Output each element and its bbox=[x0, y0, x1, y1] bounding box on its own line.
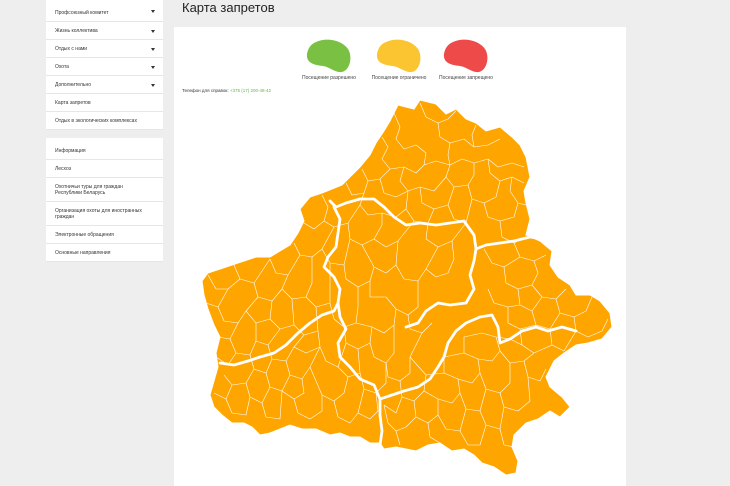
legend-item-restricted: Посещение ограничено bbox=[364, 37, 434, 81]
sidebar: Профсоюзный комитет Жизнь коллектива Отд… bbox=[46, 0, 163, 262]
sidebar-item-label: Основные направления bbox=[55, 250, 111, 256]
sidebar-item-trade-union[interactable]: Профсоюзный комитет bbox=[46, 0, 163, 22]
contact-phone: Телефон для справок: +375 (17) 200-48-42 bbox=[182, 88, 271, 93]
sidebar-item-label: Охотничьи туры для граждан Республики Бе… bbox=[55, 184, 123, 196]
sidebar-item-hunting-foreigners[interactable]: Организация охоты для иностранных гражда… bbox=[46, 202, 163, 226]
phone-number-link[interactable]: +375 (17) 200-48-42 bbox=[230, 88, 271, 93]
sidebar-item-label: Профсоюзный комитет bbox=[55, 10, 109, 16]
sidebar-item-additional[interactable]: Дополнительно bbox=[46, 76, 163, 94]
sidebar-item-label: Отдых в экологических комплексах bbox=[55, 118, 137, 124]
sidebar-item-team-life[interactable]: Жизнь коллектива bbox=[46, 22, 163, 40]
legend-label: Посещение запрещено bbox=[439, 75, 493, 81]
sidebar-item-label: Охота bbox=[55, 64, 69, 70]
contact-label: Телефон для справок: bbox=[182, 88, 229, 93]
blob-red-icon bbox=[443, 39, 488, 73]
sidebar-item-eco-complexes[interactable]: Отдых в экологических комплексах bbox=[46, 112, 163, 130]
blob-yellow-icon bbox=[376, 39, 421, 73]
caret-down-icon bbox=[151, 47, 155, 51]
sidebar-item-label: Лесхоз bbox=[55, 166, 72, 172]
sidebar-item-label: Электронные обращения bbox=[55, 232, 114, 238]
belarus-ban-map bbox=[201, 99, 613, 476]
caret-down-icon bbox=[151, 65, 155, 69]
sidebar-menu-secondary: Информация Лесхоз Охотничьи туры для гра… bbox=[46, 138, 163, 262]
sidebar-item-rest-with-us[interactable]: Отдых с нами bbox=[46, 40, 163, 58]
blob-green-icon bbox=[306, 39, 351, 73]
sidebar-item-label: Отдых с нами bbox=[55, 46, 88, 52]
sidebar-item-information[interactable]: Информация bbox=[46, 138, 163, 160]
map-country-shape bbox=[201, 99, 613, 476]
caret-down-icon bbox=[151, 29, 155, 33]
page-title: Карта запретов bbox=[182, 0, 275, 15]
map-panel: Посещение разрешено Посещение ограничено… bbox=[174, 27, 626, 486]
legend-item-forbidden: Посещение запрещено bbox=[431, 37, 501, 81]
legend-label: Посещение разрешено bbox=[302, 75, 356, 81]
sidebar-item-hunting[interactable]: Охота bbox=[46, 58, 163, 76]
sidebar-item-e-appeals[interactable]: Электронные обращения bbox=[46, 226, 163, 244]
sidebar-item-label: Дополнительно bbox=[55, 82, 91, 88]
sidebar-menu-main: Профсоюзный комитет Жизнь коллектива Отд… bbox=[46, 0, 163, 130]
sidebar-item-label: Организация охоты для иностранных гражда… bbox=[55, 208, 142, 220]
sidebar-item-ban-map[interactable]: Карта запретов bbox=[46, 94, 163, 112]
caret-down-icon bbox=[151, 9, 155, 13]
sidebar-item-hunting-tours-citizens[interactable]: Охотничьи туры для граждан Республики Бе… bbox=[46, 178, 163, 202]
sidebar-item-label: Карта запретов bbox=[55, 100, 91, 106]
sidebar-item-forestry[interactable]: Лесхоз bbox=[46, 160, 163, 178]
caret-down-icon bbox=[151, 83, 155, 87]
legend-item-allowed: Посещение разрешено bbox=[294, 37, 364, 81]
sidebar-item-label: Жизнь коллектива bbox=[55, 28, 98, 34]
sidebar-item-main-directions[interactable]: Основные направления bbox=[46, 244, 163, 262]
legend-label: Посещение ограничено bbox=[371, 75, 427, 81]
sidebar-item-label: Информация bbox=[55, 148, 86, 154]
